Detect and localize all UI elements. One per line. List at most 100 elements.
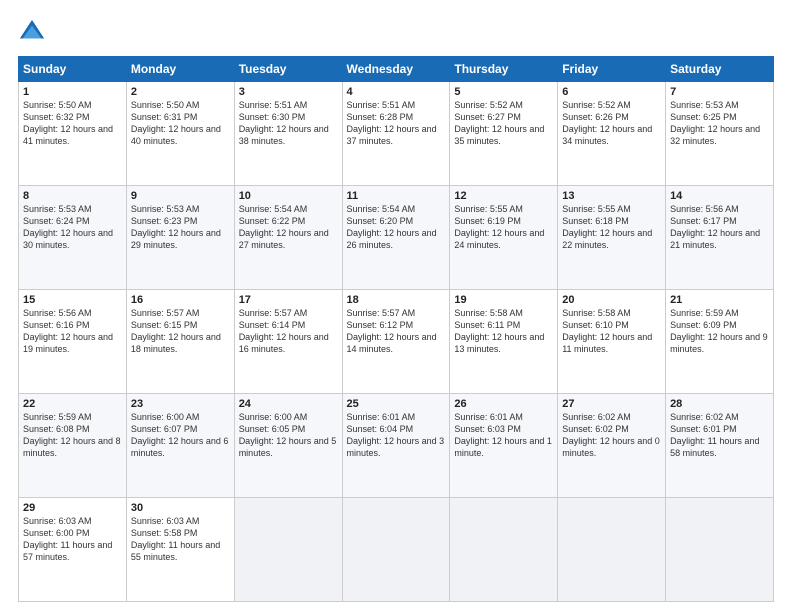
day-number: 4 bbox=[347, 86, 446, 98]
day-info: Sunrise: 5:51 AM Sunset: 6:30 PM Dayligh… bbox=[239, 99, 338, 148]
calendar-cell: 11Sunrise: 5:54 AM Sunset: 6:20 PM Dayli… bbox=[342, 186, 450, 290]
day-number: 5 bbox=[454, 86, 553, 98]
day-number: 17 bbox=[239, 294, 338, 306]
header bbox=[18, 18, 774, 46]
calendar-cell: 5Sunrise: 5:52 AM Sunset: 6:27 PM Daylig… bbox=[450, 82, 558, 186]
day-info: Sunrise: 5:56 AM Sunset: 6:17 PM Dayligh… bbox=[670, 203, 769, 252]
day-number: 20 bbox=[562, 294, 661, 306]
day-info: Sunrise: 6:01 AM Sunset: 6:03 PM Dayligh… bbox=[454, 411, 553, 460]
calendar-cell: 6Sunrise: 5:52 AM Sunset: 6:26 PM Daylig… bbox=[558, 82, 666, 186]
week-row: 15Sunrise: 5:56 AM Sunset: 6:16 PM Dayli… bbox=[19, 290, 774, 394]
day-number: 27 bbox=[562, 398, 661, 410]
calendar-cell: 22Sunrise: 5:59 AM Sunset: 6:08 PM Dayli… bbox=[19, 394, 127, 498]
day-info: Sunrise: 5:50 AM Sunset: 6:31 PM Dayligh… bbox=[131, 99, 230, 148]
day-info: Sunrise: 5:50 AM Sunset: 6:32 PM Dayligh… bbox=[23, 99, 122, 148]
day-info: Sunrise: 6:03 AM Sunset: 5:58 PM Dayligh… bbox=[131, 515, 230, 564]
col-friday: Friday bbox=[558, 57, 666, 82]
calendar-cell: 24Sunrise: 6:00 AM Sunset: 6:05 PM Dayli… bbox=[234, 394, 342, 498]
day-info: Sunrise: 6:03 AM Sunset: 6:00 PM Dayligh… bbox=[23, 515, 122, 564]
week-row: 1Sunrise: 5:50 AM Sunset: 6:32 PM Daylig… bbox=[19, 82, 774, 186]
day-number: 22 bbox=[23, 398, 122, 410]
day-number: 7 bbox=[670, 86, 769, 98]
day-info: Sunrise: 5:57 AM Sunset: 6:12 PM Dayligh… bbox=[347, 307, 446, 356]
calendar-header: Sunday Monday Tuesday Wednesday Thursday… bbox=[19, 57, 774, 82]
calendar-cell: 9Sunrise: 5:53 AM Sunset: 6:23 PM Daylig… bbox=[126, 186, 234, 290]
day-info: Sunrise: 5:57 AM Sunset: 6:15 PM Dayligh… bbox=[131, 307, 230, 356]
day-number: 26 bbox=[454, 398, 553, 410]
calendar-cell: 8Sunrise: 5:53 AM Sunset: 6:24 PM Daylig… bbox=[19, 186, 127, 290]
day-info: Sunrise: 5:53 AM Sunset: 6:25 PM Dayligh… bbox=[670, 99, 769, 148]
calendar-cell: 28Sunrise: 6:02 AM Sunset: 6:01 PM Dayli… bbox=[666, 394, 774, 498]
day-info: Sunrise: 5:59 AM Sunset: 6:08 PM Dayligh… bbox=[23, 411, 122, 460]
calendar-cell: 29Sunrise: 6:03 AM Sunset: 6:00 PM Dayli… bbox=[19, 498, 127, 602]
calendar-cell: 26Sunrise: 6:01 AM Sunset: 6:03 PM Dayli… bbox=[450, 394, 558, 498]
week-row: 22Sunrise: 5:59 AM Sunset: 6:08 PM Dayli… bbox=[19, 394, 774, 498]
calendar-cell: 1Sunrise: 5:50 AM Sunset: 6:32 PM Daylig… bbox=[19, 82, 127, 186]
calendar-table: Sunday Monday Tuesday Wednesday Thursday… bbox=[18, 56, 774, 602]
calendar-cell bbox=[558, 498, 666, 602]
day-number: 9 bbox=[131, 190, 230, 202]
day-info: Sunrise: 5:58 AM Sunset: 6:11 PM Dayligh… bbox=[454, 307, 553, 356]
day-info: Sunrise: 5:55 AM Sunset: 6:19 PM Dayligh… bbox=[454, 203, 553, 252]
col-sunday: Sunday bbox=[19, 57, 127, 82]
day-info: Sunrise: 6:00 AM Sunset: 6:07 PM Dayligh… bbox=[131, 411, 230, 460]
calendar-cell: 10Sunrise: 5:54 AM Sunset: 6:22 PM Dayli… bbox=[234, 186, 342, 290]
day-info: Sunrise: 5:57 AM Sunset: 6:14 PM Dayligh… bbox=[239, 307, 338, 356]
day-info: Sunrise: 5:51 AM Sunset: 6:28 PM Dayligh… bbox=[347, 99, 446, 148]
calendar-cell: 16Sunrise: 5:57 AM Sunset: 6:15 PM Dayli… bbox=[126, 290, 234, 394]
day-info: Sunrise: 5:55 AM Sunset: 6:18 PM Dayligh… bbox=[562, 203, 661, 252]
calendar-cell: 20Sunrise: 5:58 AM Sunset: 6:10 PM Dayli… bbox=[558, 290, 666, 394]
calendar-cell: 18Sunrise: 5:57 AM Sunset: 6:12 PM Dayli… bbox=[342, 290, 450, 394]
calendar-cell: 3Sunrise: 5:51 AM Sunset: 6:30 PM Daylig… bbox=[234, 82, 342, 186]
day-number: 13 bbox=[562, 190, 661, 202]
calendar-cell: 23Sunrise: 6:00 AM Sunset: 6:07 PM Dayli… bbox=[126, 394, 234, 498]
header-row: Sunday Monday Tuesday Wednesday Thursday… bbox=[19, 57, 774, 82]
day-info: Sunrise: 5:53 AM Sunset: 6:24 PM Dayligh… bbox=[23, 203, 122, 252]
day-number: 10 bbox=[239, 190, 338, 202]
day-number: 15 bbox=[23, 294, 122, 306]
day-number: 21 bbox=[670, 294, 769, 306]
col-tuesday: Tuesday bbox=[234, 57, 342, 82]
day-number: 18 bbox=[347, 294, 446, 306]
day-number: 29 bbox=[23, 502, 122, 514]
calendar-cell: 14Sunrise: 5:56 AM Sunset: 6:17 PM Dayli… bbox=[666, 186, 774, 290]
calendar-cell: 21Sunrise: 5:59 AM Sunset: 6:09 PM Dayli… bbox=[666, 290, 774, 394]
col-monday: Monday bbox=[126, 57, 234, 82]
calendar-cell: 30Sunrise: 6:03 AM Sunset: 5:58 PM Dayli… bbox=[126, 498, 234, 602]
calendar-cell bbox=[450, 498, 558, 602]
col-saturday: Saturday bbox=[666, 57, 774, 82]
logo bbox=[18, 18, 50, 46]
calendar-cell bbox=[342, 498, 450, 602]
day-number: 25 bbox=[347, 398, 446, 410]
day-number: 8 bbox=[23, 190, 122, 202]
day-number: 28 bbox=[670, 398, 769, 410]
week-row: 8Sunrise: 5:53 AM Sunset: 6:24 PM Daylig… bbox=[19, 186, 774, 290]
day-info: Sunrise: 5:52 AM Sunset: 6:26 PM Dayligh… bbox=[562, 99, 661, 148]
logo-icon bbox=[18, 18, 46, 46]
day-number: 23 bbox=[131, 398, 230, 410]
calendar-cell: 27Sunrise: 6:02 AM Sunset: 6:02 PM Dayli… bbox=[558, 394, 666, 498]
day-info: Sunrise: 6:00 AM Sunset: 6:05 PM Dayligh… bbox=[239, 411, 338, 460]
day-info: Sunrise: 5:54 AM Sunset: 6:20 PM Dayligh… bbox=[347, 203, 446, 252]
day-info: Sunrise: 6:02 AM Sunset: 6:02 PM Dayligh… bbox=[562, 411, 661, 460]
day-number: 19 bbox=[454, 294, 553, 306]
day-info: Sunrise: 5:53 AM Sunset: 6:23 PM Dayligh… bbox=[131, 203, 230, 252]
calendar-cell bbox=[666, 498, 774, 602]
calendar-cell: 2Sunrise: 5:50 AM Sunset: 6:31 PM Daylig… bbox=[126, 82, 234, 186]
day-number: 1 bbox=[23, 86, 122, 98]
day-info: Sunrise: 6:02 AM Sunset: 6:01 PM Dayligh… bbox=[670, 411, 769, 460]
day-number: 14 bbox=[670, 190, 769, 202]
calendar-cell: 17Sunrise: 5:57 AM Sunset: 6:14 PM Dayli… bbox=[234, 290, 342, 394]
calendar-cell: 4Sunrise: 5:51 AM Sunset: 6:28 PM Daylig… bbox=[342, 82, 450, 186]
calendar-cell: 7Sunrise: 5:53 AM Sunset: 6:25 PM Daylig… bbox=[666, 82, 774, 186]
calendar-cell: 19Sunrise: 5:58 AM Sunset: 6:11 PM Dayli… bbox=[450, 290, 558, 394]
calendar-cell: 13Sunrise: 5:55 AM Sunset: 6:18 PM Dayli… bbox=[558, 186, 666, 290]
calendar-body: 1Sunrise: 5:50 AM Sunset: 6:32 PM Daylig… bbox=[19, 82, 774, 602]
day-number: 3 bbox=[239, 86, 338, 98]
day-number: 30 bbox=[131, 502, 230, 514]
day-number: 2 bbox=[131, 86, 230, 98]
day-number: 12 bbox=[454, 190, 553, 202]
col-wednesday: Wednesday bbox=[342, 57, 450, 82]
day-number: 6 bbox=[562, 86, 661, 98]
day-info: Sunrise: 5:58 AM Sunset: 6:10 PM Dayligh… bbox=[562, 307, 661, 356]
